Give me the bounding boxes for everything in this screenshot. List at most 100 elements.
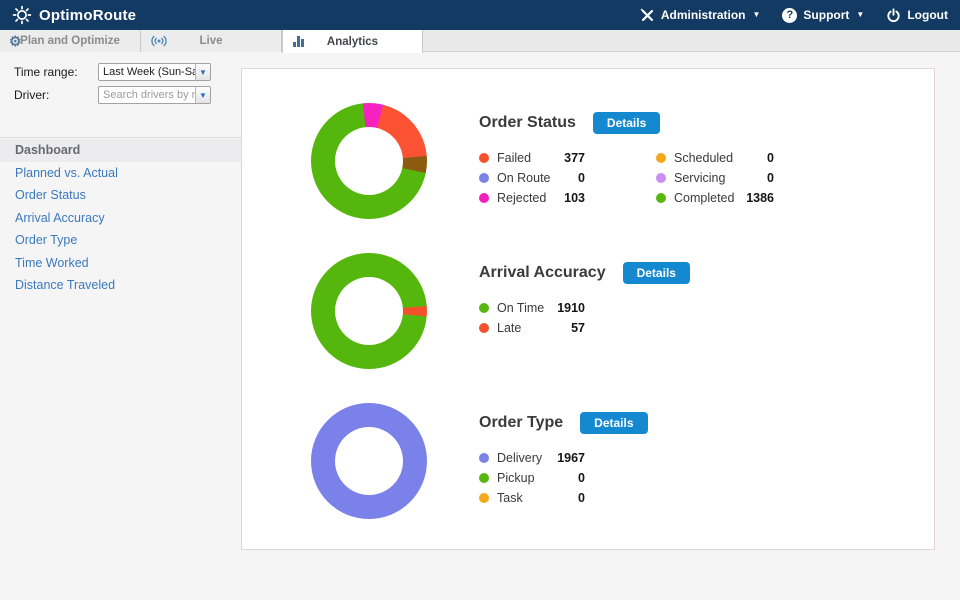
legend-value: 0 — [578, 171, 585, 185]
legend-dot-icon — [656, 153, 666, 163]
sidebar-nav: Dashboard Planned vs. Actual Order Status A… — [0, 137, 241, 297]
legend-dot-icon — [479, 323, 489, 333]
order-type-legend: Delivery 1967 Pickup 0 Task 0 — [479, 448, 648, 508]
chevron-down-icon: ▼ — [195, 64, 210, 80]
bar-chart-icon — [292, 35, 305, 48]
optimoroute-logo-icon — [12, 5, 32, 25]
legend-dot-icon — [479, 303, 489, 313]
legend-dot-icon — [479, 473, 489, 483]
power-icon — [886, 7, 901, 23]
legend-dot-icon — [656, 193, 666, 203]
sidebar-item-order-status[interactable]: Order Status — [0, 184, 241, 207]
section-title: Order Status — [479, 114, 576, 131]
tab-label: Live — [199, 35, 223, 47]
legend-dot-icon — [479, 153, 489, 163]
brand: OptimoRoute — [12, 5, 136, 25]
logout-label: Logout — [907, 8, 948, 22]
legend-label: Task — [497, 491, 523, 505]
order-type-details-button[interactable]: Details — [580, 412, 648, 434]
legend-item-completed: Completed 1386 — [656, 188, 774, 208]
help-icon: ? — [782, 7, 798, 23]
legend-value: 57 — [571, 321, 585, 335]
sidebar-item-distance-traveled[interactable]: Distance Traveled — [0, 274, 241, 297]
tools-icon — [640, 8, 655, 23]
tab-plan-and-optimize[interactable]: ⚙ Plan and Optimize — [0, 30, 141, 52]
tab-live[interactable]: Live — [141, 30, 282, 52]
legend-dot-icon — [479, 193, 489, 203]
legend-value: 103 — [564, 191, 585, 205]
broadcast-icon — [150, 35, 168, 47]
legend-dot-icon — [479, 493, 489, 503]
legend-item-scheduled: Scheduled 0 — [656, 148, 774, 168]
legend-item-delivery: Delivery 1967 — [479, 448, 585, 468]
legend-label: Servicing — [674, 171, 726, 185]
tab-label: Plan and Optimize — [20, 35, 120, 47]
time-range-value: Last Week (Sun-Sat) — [103, 66, 195, 78]
legend-value: 1386 — [746, 191, 774, 205]
legend-column: On Time 1910 Late 57 — [479, 298, 585, 338]
tab-label: Analytics — [326, 35, 379, 48]
legend-column: Scheduled 0 Servicing 0 Completed 1386 — [656, 148, 774, 208]
legend-value: 377 — [564, 151, 585, 165]
logout-button[interactable]: Logout — [886, 7, 948, 23]
legend-label: Rejected — [497, 191, 547, 205]
section-title: Order Type — [479, 414, 564, 431]
order-status-section: Order Status Details Failed 377 On Route 0 R… — [242, 103, 936, 253]
support-menu[interactable]: ? Support ▼ — [782, 7, 864, 23]
legend-item-failed: Failed 377 — [479, 148, 585, 168]
sidebar: Time range: Last Week (Sun-Sat) ▼ Driver… — [0, 52, 241, 297]
arrival-accuracy-legend: On Time 1910 Late 57 — [479, 298, 690, 338]
legend-column: Delivery 1967 Pickup 0 Task 0 — [479, 448, 585, 508]
legend-column: Failed 377 On Route 0 Rejected 103 — [479, 148, 585, 208]
order-status-donut-chart — [311, 103, 427, 219]
legend-value: 0 — [578, 471, 585, 485]
legend-value: 1967 — [557, 451, 585, 465]
legend-dot-icon — [656, 173, 666, 183]
legend-value: 0 — [767, 171, 774, 185]
legend-label: Delivery — [497, 451, 543, 465]
tab-bar: ⚙ Plan and Optimize Live Analytics — [0, 30, 960, 53]
legend-dot-icon — [479, 173, 489, 183]
support-label: Support — [803, 8, 850, 22]
section-title: Arrival Accuracy — [479, 264, 606, 281]
chevron-down-icon: ▼ — [195, 87, 210, 103]
legend-value: 1910 — [557, 301, 585, 315]
order-status-details-button[interactable]: Details — [592, 112, 661, 134]
administration-label: Administration — [660, 8, 746, 22]
legend-item-servicing: Servicing 0 — [656, 168, 774, 188]
order-type-section: Order Type Details Delivery 1967 Pickup 0 Ta… — [242, 403, 936, 553]
driver-search-select[interactable]: Search drivers by name ▼ — [98, 86, 211, 104]
administration-menu[interactable]: Administration ▼ — [640, 8, 761, 23]
sidebar-item-dashboard[interactable]: Dashboard — [0, 139, 241, 162]
legend-item-late: Late 57 — [479, 318, 585, 338]
sidebar-item-order-type[interactable]: Order Type — [0, 229, 241, 252]
order-type-donut-chart — [311, 403, 427, 519]
legend-label: Late — [497, 321, 522, 335]
arrival-accuracy-section: Arrival Accuracy Details On Time 1910 Late… — [242, 253, 936, 403]
gear-icon: ⚙ — [9, 33, 22, 49]
legend-dot-icon — [479, 453, 489, 463]
chevron-down-icon: ▼ — [752, 10, 761, 19]
time-range-label: Time range: — [14, 65, 78, 79]
top-bar: OptimoRoute Administration ▼ ? Support ▼ — [0, 0, 960, 30]
driver-label: Driver: — [14, 88, 50, 102]
legend-item-task: Task 0 — [479, 488, 585, 508]
legend-item-on-route: On Route 0 — [479, 168, 585, 188]
sidebar-item-planned-vs-actual[interactable]: Planned vs. Actual — [0, 162, 241, 185]
legend-item-pickup: Pickup 0 — [479, 468, 585, 488]
sidebar-item-time-worked[interactable]: Time Worked — [0, 252, 241, 275]
tab-analytics[interactable]: Analytics — [282, 30, 423, 53]
legend-item-rejected: Rejected 103 — [479, 188, 585, 208]
legend-label: Pickup — [497, 471, 535, 485]
legend-value: 0 — [767, 151, 774, 165]
legend-label: On Time — [497, 301, 545, 315]
arrival-accuracy-details-button[interactable]: Details — [622, 262, 690, 284]
analytics-panel: Order Status Details Failed 377 On Route 0 R… — [241, 68, 935, 550]
driver-search-placeholder: Search drivers by name — [103, 89, 195, 101]
brand-name: OptimoRoute — [39, 6, 137, 24]
time-range-select[interactable]: Last Week (Sun-Sat) ▼ — [98, 63, 211, 81]
legend-label: Failed — [497, 151, 532, 165]
sidebar-item-arrival-accuracy[interactable]: Arrival Accuracy — [0, 207, 241, 230]
legend-label: Completed — [674, 191, 735, 205]
legend-item-on-time: On Time 1910 — [479, 298, 585, 318]
